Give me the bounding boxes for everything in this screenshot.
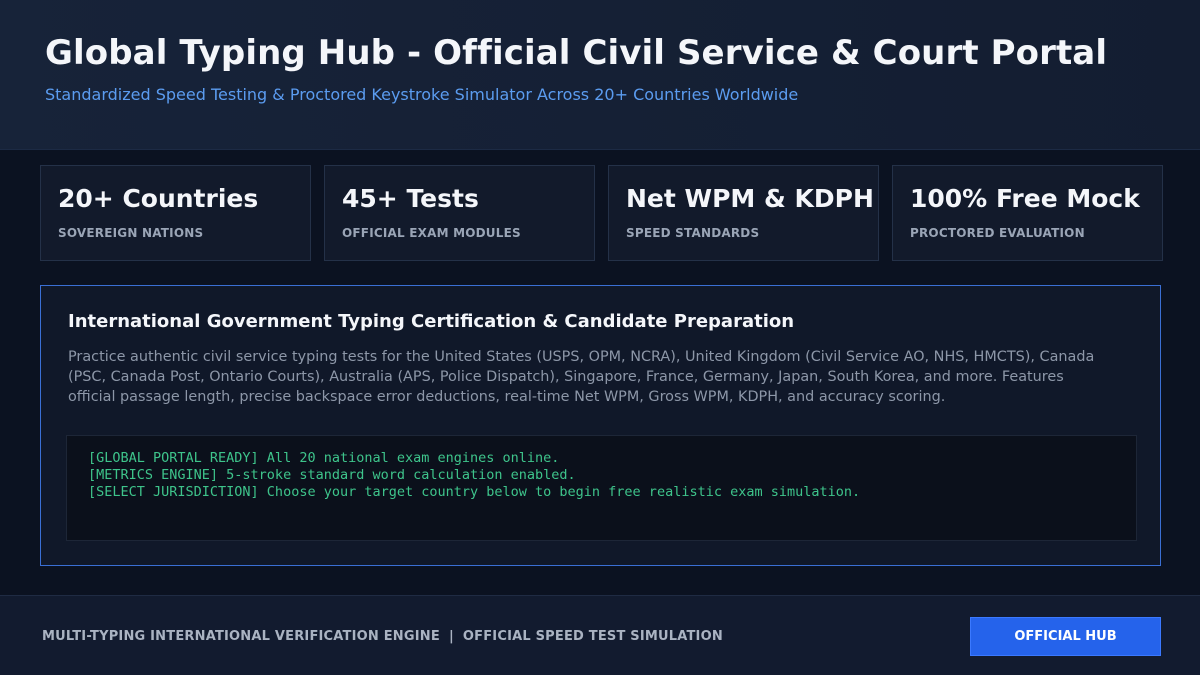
page-subtitle: Standardized Speed Testing & Proctored K…	[45, 85, 799, 104]
panel-title: International Government Typing Certific…	[68, 311, 795, 332]
stat-value: 45+ Tests	[342, 184, 479, 213]
console-line-portal-ready: [GLOBAL PORTAL READY] All 20 national ex…	[88, 450, 560, 466]
stat-label: OFFICIAL EXAM MODULES	[342, 226, 521, 240]
stat-card-tests: 45+ Tests OFFICIAL EXAM MODULES	[324, 165, 595, 261]
page-footer: MULTI-TYPING INTERNATIONAL VERIFICATION …	[0, 595, 1200, 675]
stat-value: 100% Free Mock	[910, 184, 1140, 213]
stat-label: SOVEREIGN NATIONS	[58, 226, 204, 240]
panel-description: Practice authentic civil service typing …	[68, 349, 1095, 405]
official-hub-button[interactable]: OFFICIAL HUB	[970, 617, 1161, 656]
console-line-select-jurisdiction: [SELECT JURISDICTION] Choose your target…	[88, 484, 861, 500]
stat-label: PROCTORED EVALUATION	[910, 226, 1085, 240]
stat-card-countries: 20+ Countries SOVEREIGN NATIONS	[40, 165, 311, 261]
stat-card-free-mock: 100% Free Mock PROCTORED EVALUATION	[892, 165, 1163, 261]
stats-row: 20+ Countries SOVEREIGN NATIONS 45+ Test…	[40, 165, 1163, 261]
stat-value: Net WPM & KDPH	[626, 184, 874, 213]
footer-engine-label: MULTI-TYPING INTERNATIONAL VERIFICATION …	[42, 629, 440, 644]
stat-label: SPEED STANDARDS	[626, 226, 760, 240]
stat-value: 20+ Countries	[58, 184, 259, 213]
certification-panel: International Government Typing Certific…	[40, 285, 1161, 566]
stat-card-speed-standards: Net WPM & KDPH SPEED STANDARDS	[608, 165, 879, 261]
page-header: Global Typing Hub - Official Civil Servi…	[0, 0, 1200, 150]
page-title: Global Typing Hub - Official Civil Servi…	[45, 33, 1108, 73]
status-console: [GLOBAL PORTAL READY] All 20 national ex…	[66, 435, 1137, 541]
console-line-metrics-engine: [METRICS ENGINE] 5-stroke standard word …	[88, 467, 576, 483]
footer-simulation-label: OFFICIAL SPEED TEST SIMULATION	[462, 629, 723, 644]
footer-separator: |	[448, 629, 454, 644]
footer-text: MULTI-TYPING INTERNATIONAL VERIFICATION …	[42, 629, 723, 644]
